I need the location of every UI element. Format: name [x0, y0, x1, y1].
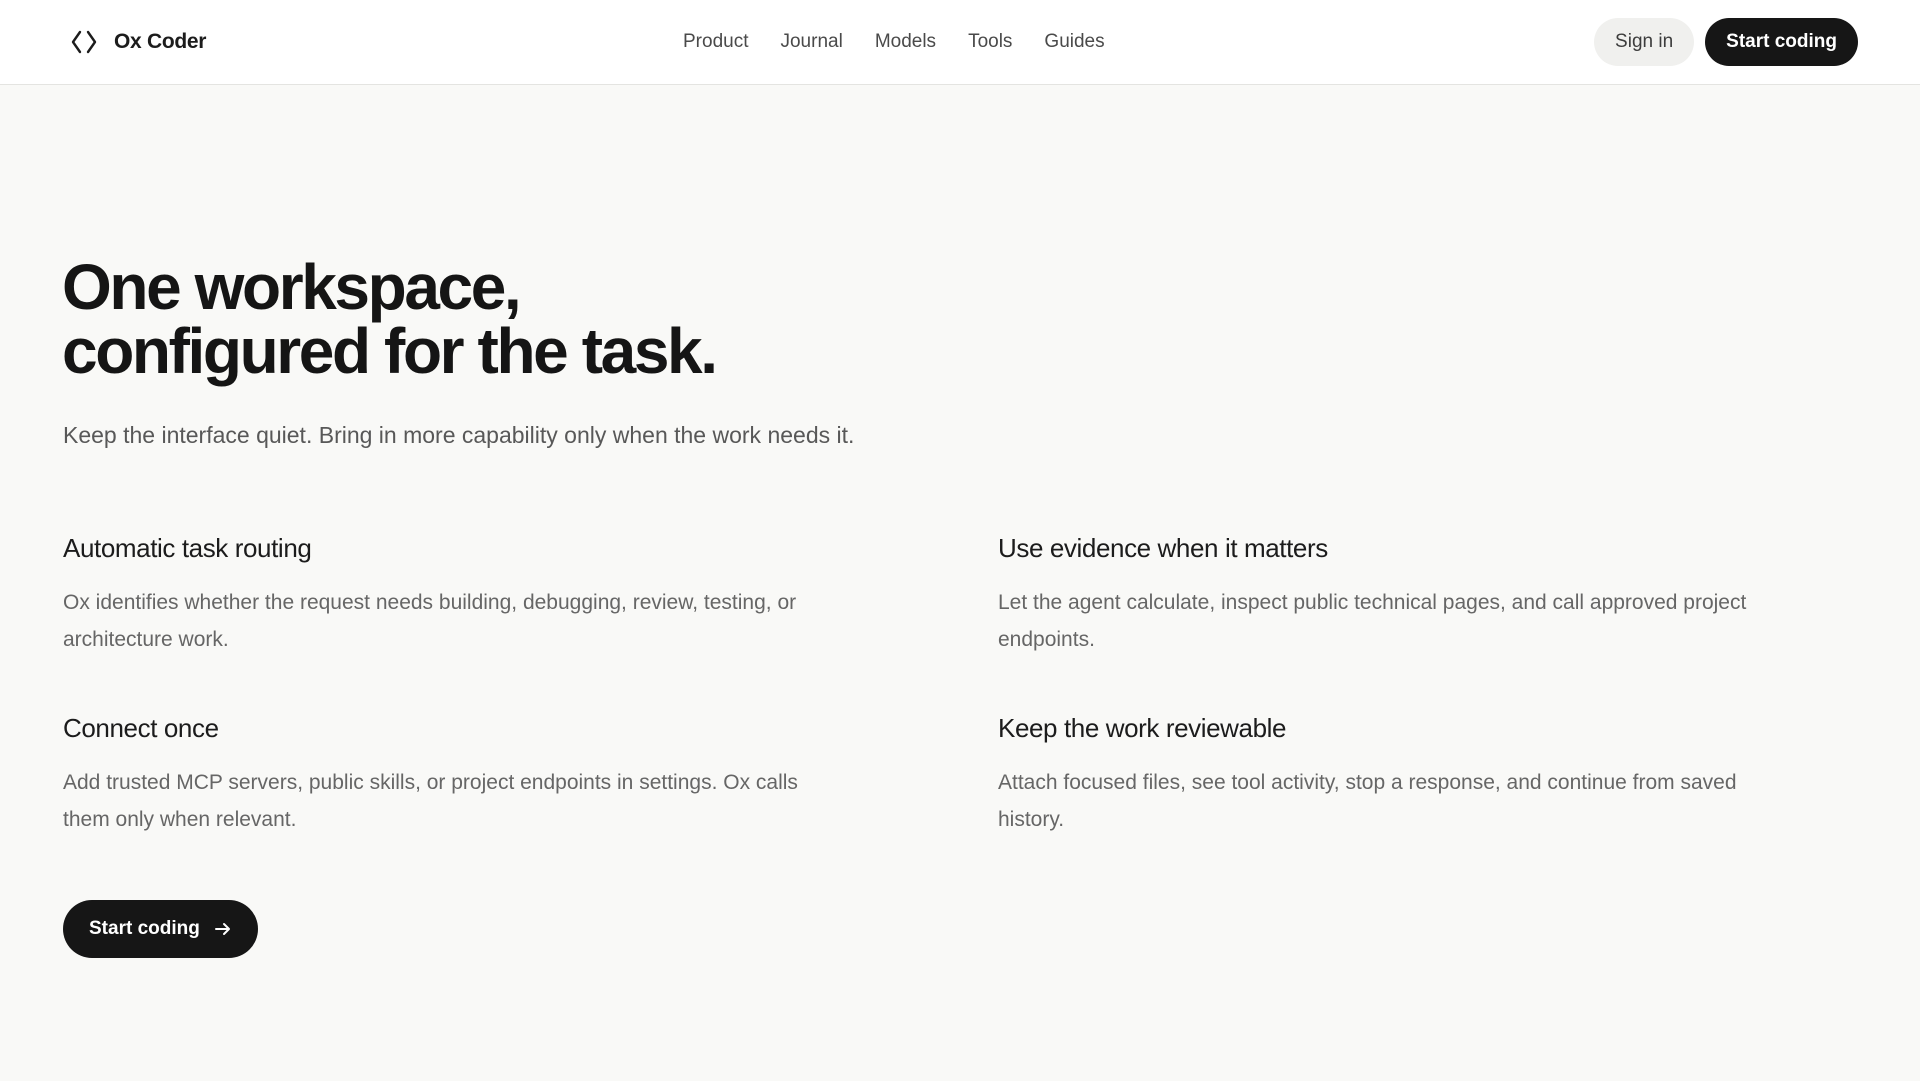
- feature-title: Automatic task routing: [63, 533, 312, 563]
- header-actions: Sign in Start coding: [1594, 18, 1858, 66]
- brand-logo-link[interactable]: Ox Coder: [68, 24, 206, 60]
- nav-link-models[interactable]: Models: [875, 31, 936, 53]
- start-coding-cta-button[interactable]: Start coding: [63, 900, 258, 958]
- start-coding-header-button[interactable]: Start coding: [1705, 18, 1858, 66]
- hero-subtitle: Keep the interface quiet. Bring in more …: [63, 422, 855, 448]
- feature-title: Use evidence when it matters: [998, 533, 1328, 563]
- nav-link-guides[interactable]: Guides: [1044, 31, 1104, 53]
- feature-description: Let the agent calculate, inspect public …: [998, 591, 1747, 651]
- brand-name: Ox Coder: [114, 30, 207, 53]
- feature-description: Attach focused files, see tool activity,…: [998, 771, 1737, 831]
- feature-description: Ox identifies whether the request needs …: [63, 591, 797, 651]
- feature-description: Add trusted MCP servers, public skills, …: [63, 771, 798, 831]
- nav-link-product[interactable]: Product: [683, 31, 748, 53]
- feature-title: Keep the work reviewable: [998, 713, 1287, 743]
- feature-title: Connect once: [63, 713, 219, 743]
- main-nav: Product Journal Models Tools Guides: [683, 24, 1105, 60]
- hero-title-line-2: configured for the task.: [62, 315, 718, 387]
- feature-reviewable: Keep the work reviewable Attach focused …: [998, 712, 1778, 838]
- hero-title: One workspace, configured for the task.: [62, 255, 1162, 383]
- nav-link-tools[interactable]: Tools: [968, 31, 1012, 53]
- arrow-right-icon: [214, 923, 230, 935]
- code-brackets-icon: [71, 30, 97, 54]
- cta-label: Start coding: [89, 918, 200, 939]
- nav-link-journal[interactable]: Journal: [780, 31, 842, 53]
- hero-title-line-1: One workspace,: [62, 251, 522, 323]
- feature-connect-once: Connect once Add trusted MCP servers, pu…: [63, 712, 823, 838]
- sign-in-button[interactable]: Sign in: [1594, 18, 1695, 66]
- site-header: Ox Coder Product Journal Models Tools Gu…: [0, 0, 1920, 85]
- feature-evidence: Use evidence when it matters Let the age…: [998, 532, 1778, 658]
- feature-task-routing: Automatic task routing Ox identifies whe…: [63, 532, 823, 658]
